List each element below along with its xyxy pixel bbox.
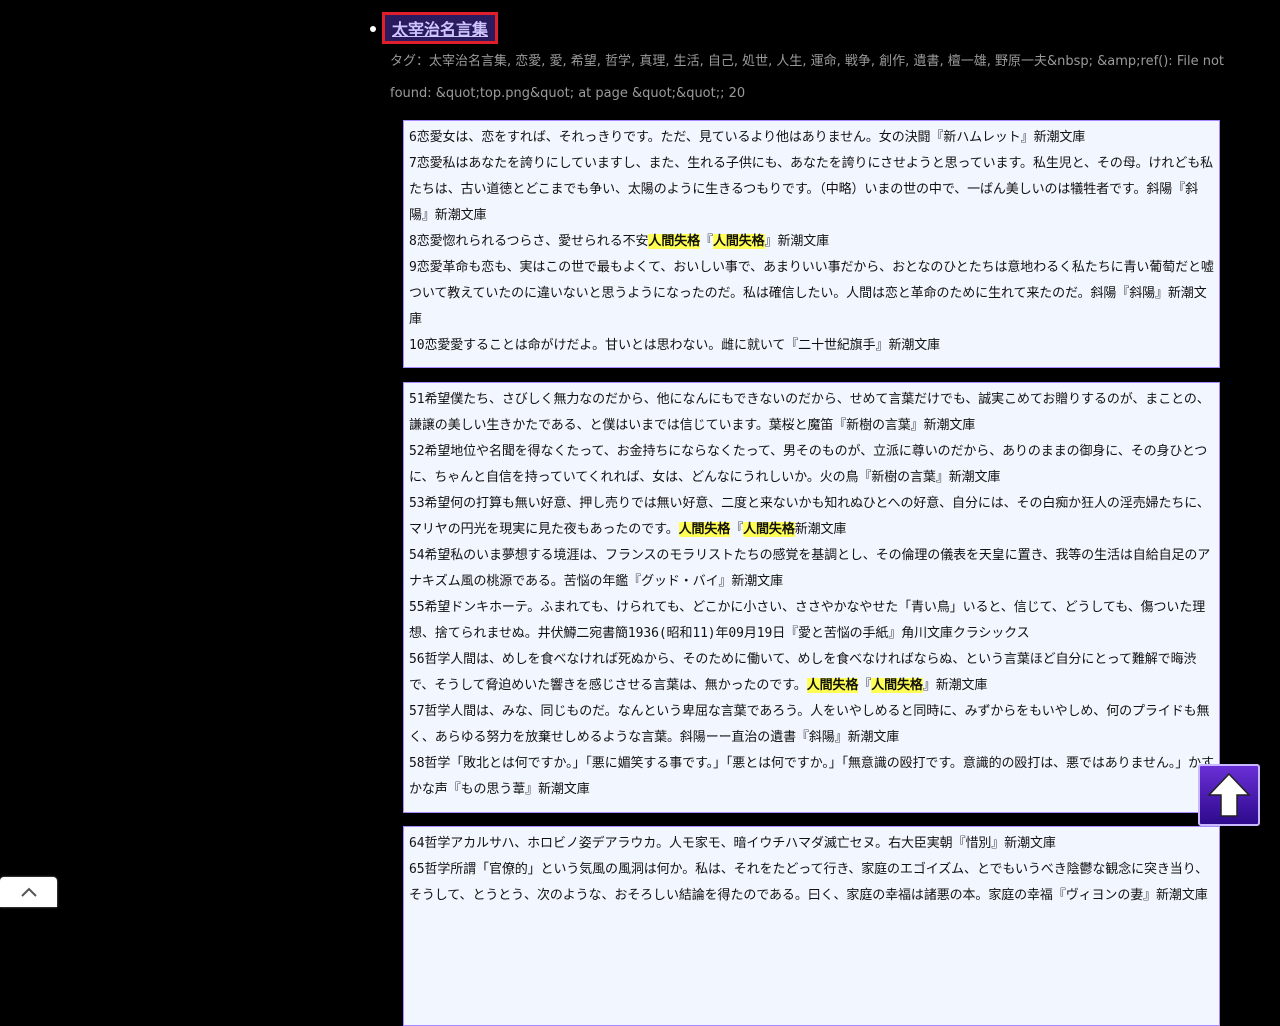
quote-entry: 6恋愛女は、恋をすれば、それっきりです。ただ、見ているより他はありません。女の決… xyxy=(409,130,1086,145)
quote-entry: 64哲学アカルサハ、ホロビノ姿デアラウカ。人モ家モ、暗イウチハマダ滅亡セヌ。右大… xyxy=(409,836,1056,851)
tags-line: タグ：太宰治名言集, 恋愛, 愛, 希望, 哲学, 真理, 生活, 自己, 処世… xyxy=(390,54,1225,101)
highlight-keyword: 人間失格 xyxy=(678,522,731,537)
highlight-keyword: 人間失格 xyxy=(871,678,923,693)
quote-entry: 54希望私のいま夢想する境涯は、フランスのモラリストたちの感覚を基調とし、その倫… xyxy=(409,548,1211,589)
collapse-tab[interactable] xyxy=(0,877,57,907)
quote-box: 64哲学アカルサハ、ホロビノ姿デアラウカ。人モ家モ、暗イウチハマダ滅亡セヌ。右大… xyxy=(403,826,1220,1026)
quote-box: 6恋愛女は、恋をすれば、それっきりです。ただ、見ているより他はありません。女の決… xyxy=(403,120,1220,368)
quote-entry: 53希望何の打算も無い好意、押し売りでは無い好意、二度と来ないかも知れぬひとへの… xyxy=(409,496,1210,537)
quote-entry: 57哲学人間は、みな、同じものだ。なんという卑屈な言葉であろう。人をいやしめると… xyxy=(409,704,1210,745)
quote-entry: 9恋愛革命も恋も、実はこの世で最もよくて、おいしい事で、あまりいい事だから、おと… xyxy=(409,260,1214,327)
title-link[interactable]: 太宰治名言集 xyxy=(382,12,499,44)
chevron-up-icon xyxy=(20,887,37,897)
quote-entry: 56哲学人間は、めしを食べなければ死ぬから、そのために働いて、めしを食べなければ… xyxy=(409,652,1197,693)
quote-entry: 65哲学所謂「官僚的」という気風の風洞は何か。私は、それをたどって行き、家庭のエ… xyxy=(409,862,1208,903)
quote-entry: 7恋愛私はあなたを誇りにしていますし、また、生れる子供にも、あなたを誇りにさせよ… xyxy=(409,156,1214,223)
quote-box: 51希望僕たち、さびしく無力なのだから、他になんにもできないのだから、せめて言葉… xyxy=(403,382,1220,813)
bullet-dot xyxy=(370,26,376,32)
quote-entry: 55希望ドンキホーテ。ふまれても、けられても、どこかに小さい、ささやかなやせた「… xyxy=(409,600,1206,641)
highlight-keyword: 人間失格 xyxy=(712,234,765,249)
scroll-to-top-button[interactable] xyxy=(1198,764,1260,826)
quote-entry: 10恋愛愛することは命がけだよ。甘いとは思わない。雌に就いて『二十世紀旗手』新潮… xyxy=(409,338,941,353)
highlight-keyword: 人間失格 xyxy=(806,678,859,693)
quote-entry: 58哲学「敗北とは何ですか。」「悪に媚笑する事です。」「悪とは何ですか。」「無意… xyxy=(409,756,1214,797)
quote-entry: 51希望僕たち、さびしく無力なのだから、他になんにもできないのだから、せめて言葉… xyxy=(409,392,1210,433)
highlight-keyword: 人間失格 xyxy=(648,234,701,249)
quote-entry: 8恋愛惚れられるつらさ、愛せられる不安人間失格『人間失格』新潮文庫 xyxy=(409,234,830,249)
arrow-up-icon xyxy=(1207,772,1251,817)
quote-entry: 52希望地位や名聞を得なくたって、お金持ちにならなくたって、男そのものが、立派に… xyxy=(409,444,1208,485)
highlight-keyword: 人間失格 xyxy=(743,522,795,537)
